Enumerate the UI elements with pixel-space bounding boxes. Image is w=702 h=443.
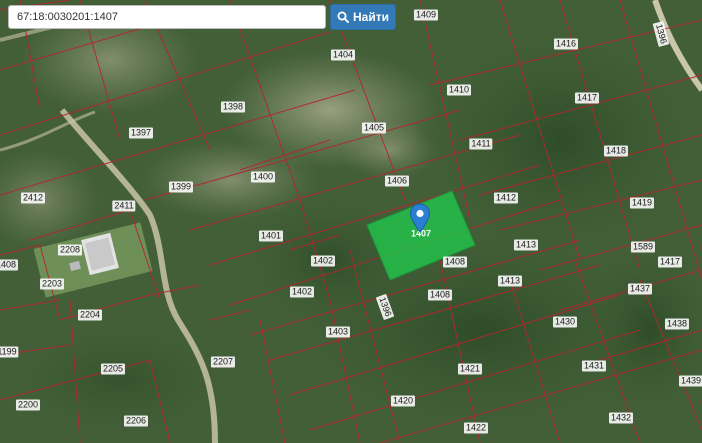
parcel-label[interactable]: 1411 bbox=[469, 138, 493, 150]
parcel-label[interactable]: 1397 bbox=[128, 127, 154, 139]
parcel-label[interactable]: 2204 bbox=[77, 309, 103, 321]
parcel-label[interactable]: 1413 bbox=[513, 239, 539, 251]
parcel-label[interactable]: 1406 bbox=[384, 175, 410, 187]
parcel-label[interactable]: 1432 bbox=[608, 412, 634, 424]
parcel-label[interactable]: 2412 bbox=[20, 192, 46, 204]
parcel-label[interactable]: 1399 bbox=[168, 181, 194, 193]
parcel-label[interactable]: 1199 bbox=[0, 346, 19, 358]
parcel-label[interactable]: 1438 bbox=[664, 318, 690, 330]
parcel-label[interactable]: 1417 bbox=[574, 92, 600, 104]
parcel-label[interactable]: 1413 bbox=[497, 275, 523, 287]
satellite-imagery bbox=[0, 0, 702, 443]
parcel-label[interactable]: 1402 bbox=[310, 255, 336, 267]
parcel-label[interactable]: 1431 bbox=[581, 360, 607, 372]
cadastral-search-input[interactable] bbox=[8, 5, 326, 29]
search-icon bbox=[337, 11, 349, 23]
parcel-label[interactable]: 2411 bbox=[112, 200, 136, 212]
parcel-label[interactable]: 1421 bbox=[457, 363, 483, 375]
parcel-label[interactable]: 1418 bbox=[603, 145, 629, 157]
parcel-label[interactable]: 1408 bbox=[427, 289, 453, 301]
parcel-label[interactable]: 2208 bbox=[57, 244, 83, 256]
parcel-label[interactable]: 2206 bbox=[123, 415, 149, 427]
parcel-label[interactable]: 1410 bbox=[446, 84, 472, 96]
parcel-label[interactable]: 1402 bbox=[289, 286, 315, 298]
parcel-label[interactable]: 1420 bbox=[390, 395, 416, 407]
parcel-label[interactable]: 1412 bbox=[493, 192, 519, 204]
parcel-label[interactable]: 1430 bbox=[552, 316, 578, 328]
parcel-label[interactable]: 2207 bbox=[210, 356, 236, 368]
parcel-label[interactable]: 2203 bbox=[39, 278, 65, 290]
parcel-label[interactable]: 1416 bbox=[553, 38, 579, 50]
map-marker-icon[interactable] bbox=[409, 203, 431, 233]
parcel-label[interactable]: 1401 bbox=[258, 230, 284, 242]
parcel-label[interactable]: 1405 bbox=[361, 122, 387, 134]
parcel-label[interactable]: 1419 bbox=[629, 197, 655, 209]
parcel-label[interactable]: 1404 bbox=[330, 49, 356, 61]
parcel-label[interactable]: 1422 bbox=[463, 422, 489, 434]
parcel-label[interactable]: 1408 bbox=[0, 259, 19, 271]
parcel-label[interactable]: 2200 bbox=[15, 399, 41, 411]
parcel-label[interactable]: 1409 bbox=[413, 9, 439, 21]
parcel-label[interactable]: 1403 bbox=[325, 326, 351, 338]
map-view[interactable]: 1409 1416 1404 1410 1417 1398 1405 1397 … bbox=[0, 0, 702, 443]
parcel-label[interactable]: 1400 bbox=[250, 171, 276, 183]
parcel-label[interactable]: 2205 bbox=[100, 363, 126, 375]
parcel-label[interactable]: 1417 bbox=[657, 256, 683, 268]
parcel-label[interactable]: 1398 bbox=[220, 101, 246, 113]
search-button-label: Найти bbox=[353, 10, 389, 24]
parcel-label[interactable]: 1437 bbox=[627, 283, 653, 295]
search-button[interactable]: Найти bbox=[330, 4, 396, 30]
parcel-label[interactable]: 1408 bbox=[442, 256, 468, 268]
parcel-label[interactable]: 1589 bbox=[630, 241, 656, 253]
parcel-label[interactable]: 1439 bbox=[678, 375, 702, 387]
